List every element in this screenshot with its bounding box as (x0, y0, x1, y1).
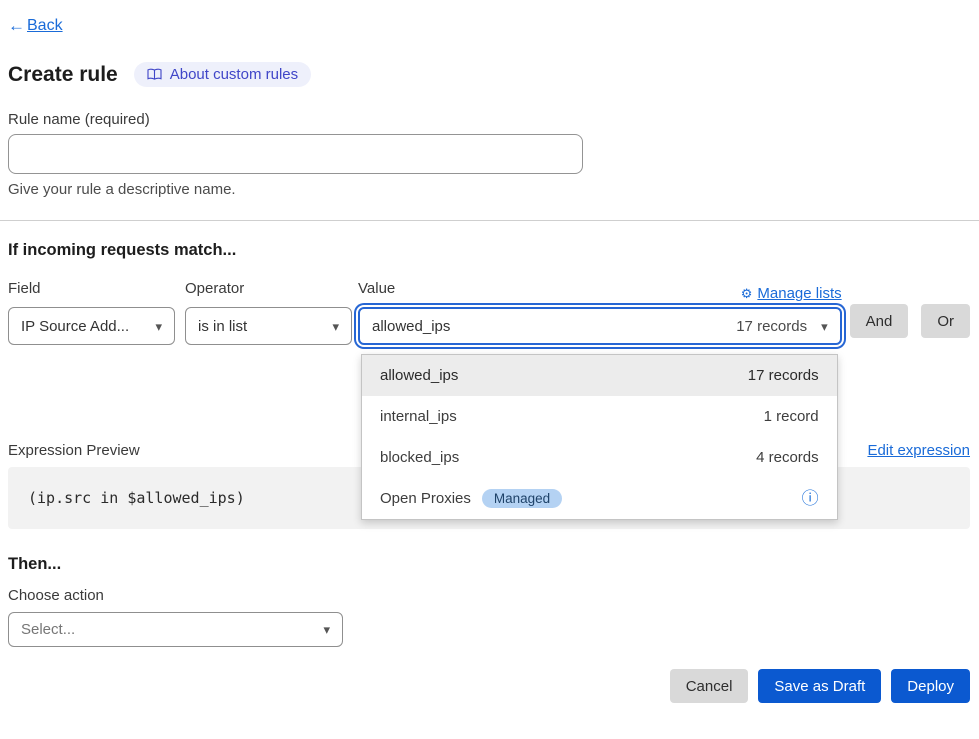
expression-preview-label: Expression Preview (8, 442, 140, 459)
gear-icon: ⚙ (741, 286, 753, 302)
save-as-draft-button[interactable]: Save as Draft (758, 669, 881, 703)
manage-lists-label: Manage lists (757, 285, 841, 302)
book-icon (147, 68, 162, 81)
cancel-button[interactable]: Cancel (670, 669, 749, 703)
back-arrow-icon: ← (8, 16, 25, 36)
option-records: 4 records (756, 449, 819, 466)
rule-name-label: Rule name (required) (8, 111, 970, 128)
about-custom-rules-link[interactable]: About custom rules (134, 62, 311, 87)
footer-actions: Cancel Save as Draft Deploy (8, 669, 970, 703)
chevron-down-icon: ▾ (155, 320, 162, 333)
value-select[interactable]: allowed_ips 17 records ▾ (358, 307, 842, 345)
operator-select[interactable]: is in list ▾ (185, 307, 352, 345)
or-button[interactable]: Or (921, 304, 970, 338)
option-name: allowed_ips (380, 367, 458, 384)
deploy-button[interactable]: Deploy (891, 669, 970, 703)
option-name: internal_ips (380, 408, 457, 425)
dropdown-option-open-proxies[interactable]: Open Proxies Managed ⓘ (362, 478, 837, 519)
option-name: blocked_ips (380, 449, 459, 466)
value-select-records: 17 records (736, 318, 807, 335)
chevron-down-icon: ▾ (821, 320, 828, 333)
rule-name-input[interactable] (8, 134, 583, 174)
expression-code-text: (ip.src in $allowed_ips) (28, 489, 245, 507)
operator-label: Operator (185, 280, 352, 302)
edit-expression-link[interactable]: Edit expression (867, 442, 970, 459)
create-rule-page: ←Back Create rule About custom rules Rul… (0, 0, 979, 703)
about-badge-label: About custom rules (170, 66, 298, 83)
and-button[interactable]: And (850, 304, 909, 338)
condition-row: Field IP Source Add... ▾ Operator is in … (8, 280, 970, 345)
dropdown-option-allowed-ips[interactable]: allowed_ips 17 records (362, 355, 837, 396)
value-select-value: allowed_ips (372, 318, 450, 335)
manage-lists-link[interactable]: ⚙ Manage lists (741, 285, 842, 302)
then-section-heading: Then... (8, 555, 970, 574)
page-title: Create rule (8, 63, 118, 87)
field-label: Field (8, 280, 175, 302)
section-divider (0, 220, 979, 221)
match-section-heading: If incoming requests match... (8, 241, 970, 260)
option-name: Open Proxies (380, 490, 471, 507)
action-select[interactable]: Select... ▾ (8, 612, 343, 647)
info-icon[interactable]: ⓘ (802, 490, 819, 507)
back-label: Back (27, 17, 63, 35)
action-select-placeholder: Select... (21, 621, 75, 638)
operator-select-value: is in list (198, 318, 247, 335)
option-records: 17 records (748, 367, 819, 384)
back-link[interactable]: ←Back (8, 16, 63, 36)
field-select[interactable]: IP Source Add... ▾ (8, 307, 175, 345)
chevron-down-icon: ▾ (323, 623, 330, 636)
value-dropdown-panel: allowed_ips 17 records internal_ips 1 re… (361, 354, 838, 520)
dropdown-option-blocked-ips[interactable]: blocked_ips 4 records (362, 437, 837, 478)
value-label: Value (358, 280, 395, 302)
option-records: 1 record (764, 408, 819, 425)
dropdown-option-internal-ips[interactable]: internal_ips 1 record (362, 396, 837, 437)
choose-action-label: Choose action (8, 587, 970, 604)
rule-name-helper: Give your rule a descriptive name. (8, 181, 970, 198)
managed-badge: Managed (482, 489, 562, 508)
chevron-down-icon: ▾ (332, 320, 339, 333)
field-select-value: IP Source Add... (21, 318, 129, 335)
